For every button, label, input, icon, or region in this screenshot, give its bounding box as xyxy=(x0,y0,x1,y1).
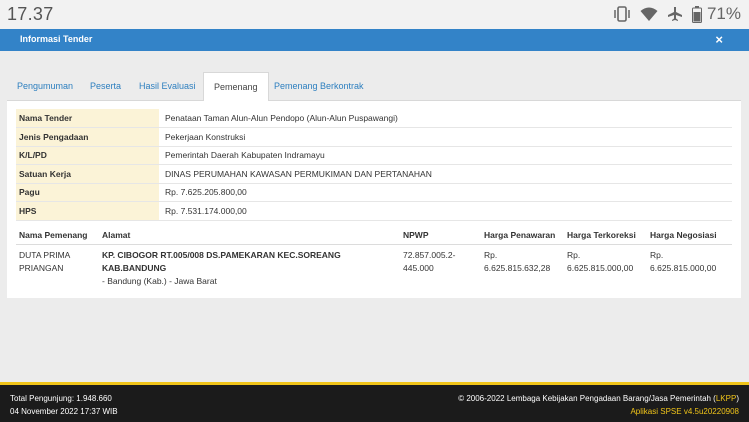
footer-datetime: 04 November 2022 17:37 WIB xyxy=(10,407,118,416)
info-row-nama-tender: Nama Tender Penataan Taman Alun-Alun Pen… xyxy=(16,109,732,128)
info-value: Pemerintah Daerah Kabupaten Indramayu xyxy=(159,146,732,165)
modal-title: Informasi Tender xyxy=(20,34,93,44)
winner-table: Nama Pemenang Alamat NPWP Harga Penawara… xyxy=(16,226,732,288)
info-label: K/L/PD xyxy=(16,146,159,165)
info-label: Jenis Pengadaan xyxy=(16,127,159,147)
winner-address: KP. CIBOGOR RT.005/008 DS.PAMEKARAN KEC.… xyxy=(99,244,400,288)
copyright: © 2006-2022 Lembaga Kebijakan Pengadaan … xyxy=(458,392,739,405)
info-value: Pekerjaan Konstruksi xyxy=(159,127,732,147)
app-version: Aplikasi SPSE v4.5u20220908 xyxy=(630,407,739,416)
tab-hasil-evaluasi[interactable]: Hasil Evaluasi xyxy=(129,72,206,101)
status-bar: 17.37 71% xyxy=(0,0,749,29)
tab-pemenang[interactable]: Pemenang xyxy=(203,72,269,102)
harga-penawaran: Rp. 6.625.815.632,28 xyxy=(484,249,551,273)
copyright-suffix: ) xyxy=(736,394,739,403)
copyright-text: © 2006-2022 Lembaga Kebijakan Pengadaan … xyxy=(458,394,716,403)
modal-header: Informasi Tender × xyxy=(0,29,749,51)
info-value: DINAS PERUMAHAN KAWASAN PERMUKIMAN DAN P… xyxy=(159,164,732,184)
column-header: Alamat xyxy=(99,226,400,245)
tab-peserta[interactable]: Peserta xyxy=(80,72,131,101)
harga-negosiasi: Rp. 6.625.815.000,00 xyxy=(650,249,717,273)
status-time: 17.37 xyxy=(7,4,54,24)
info-label: Nama Tender xyxy=(16,109,159,128)
tab-bar: Pengumuman Peserta Hasil Evaluasi Pemena… xyxy=(7,72,741,102)
lkpp-link[interactable]: LKPP xyxy=(716,394,736,403)
info-label: HPS xyxy=(16,201,159,221)
tab-pengumuman[interactable]: Pengumuman xyxy=(7,72,83,101)
info-row-pagu: Pagu Rp. 7.625.205.800,00 xyxy=(16,183,732,202)
address-region: - Bandung (Kab.) - Jawa Barat xyxy=(102,275,217,286)
visitor-count: Total Pengunjung: 1.948.660 xyxy=(10,394,112,403)
footer-right: © 2006-2022 Lembaga Kebijakan Pengadaan … xyxy=(458,392,739,418)
column-header: Harga Terkoreksi xyxy=(564,226,647,245)
info-row-jenis-pengadaan: Jenis Pengadaan Pekerjaan Konstruksi xyxy=(16,127,732,147)
tab-pemenang-berkontrak[interactable]: Pemenang Berkontrak xyxy=(264,72,374,101)
airplane-icon xyxy=(667,6,683,22)
column-header: Nama Pemenang xyxy=(16,226,99,245)
column-header: NPWP xyxy=(400,226,481,245)
battery-icon xyxy=(691,5,702,23)
footer-left: Total Pengunjung: 1.948.660 04 November … xyxy=(10,392,118,418)
info-row-satuan-kerja: Satuan Kerja DINAS PERUMAHAN KAWASAN PER… xyxy=(16,164,732,184)
winner-name: DUTA PRIMA PRIANGAN xyxy=(19,249,70,273)
footer: Total Pengunjung: 1.948.660 04 November … xyxy=(0,382,749,422)
battery-percentage: 71% xyxy=(706,4,741,23)
info-label: Satuan Kerja xyxy=(16,164,159,184)
winner-npwp: 72.857.005.2-445.000 xyxy=(403,249,456,273)
winner-table-header: Nama Pemenang Alamat NPWP Harga Penawara… xyxy=(16,226,732,245)
tender-info-table: Nama Tender Penataan Taman Alun-Alun Pen… xyxy=(16,109,732,221)
tab-content-panel: Nama Tender Penataan Taman Alun-Alun Pen… xyxy=(7,101,741,298)
close-icon[interactable]: × xyxy=(715,32,723,48)
column-header: Harga Penawaran xyxy=(481,226,564,245)
info-value: Penataan Taman Alun-Alun Pendopo (Alun-A… xyxy=(159,109,732,128)
info-value: Rp. 7.625.205.800,00 xyxy=(159,183,732,202)
vibrate-icon xyxy=(613,6,631,22)
status-icons: 71% xyxy=(613,4,741,24)
info-value: Rp. 7.531.174.000,00 xyxy=(159,201,732,221)
info-label: Pagu xyxy=(16,183,159,202)
harga-terkoreksi: Rp. 6.625.815.000,00 xyxy=(567,249,634,273)
table-row: DUTA PRIMA PRIANGAN KP. CIBOGOR RT.005/0… xyxy=(16,244,732,288)
address-street: KP. CIBOGOR RT.005/008 DS.PAMEKARAN KEC.… xyxy=(102,249,341,273)
info-row-hps: HPS Rp. 7.531.174.000,00 xyxy=(16,201,732,221)
column-header: Harga Negosiasi xyxy=(647,226,732,245)
info-row-klpd: K/L/PD Pemerintah Daerah Kabupaten Indra… xyxy=(16,146,732,165)
wifi-icon xyxy=(640,7,658,22)
